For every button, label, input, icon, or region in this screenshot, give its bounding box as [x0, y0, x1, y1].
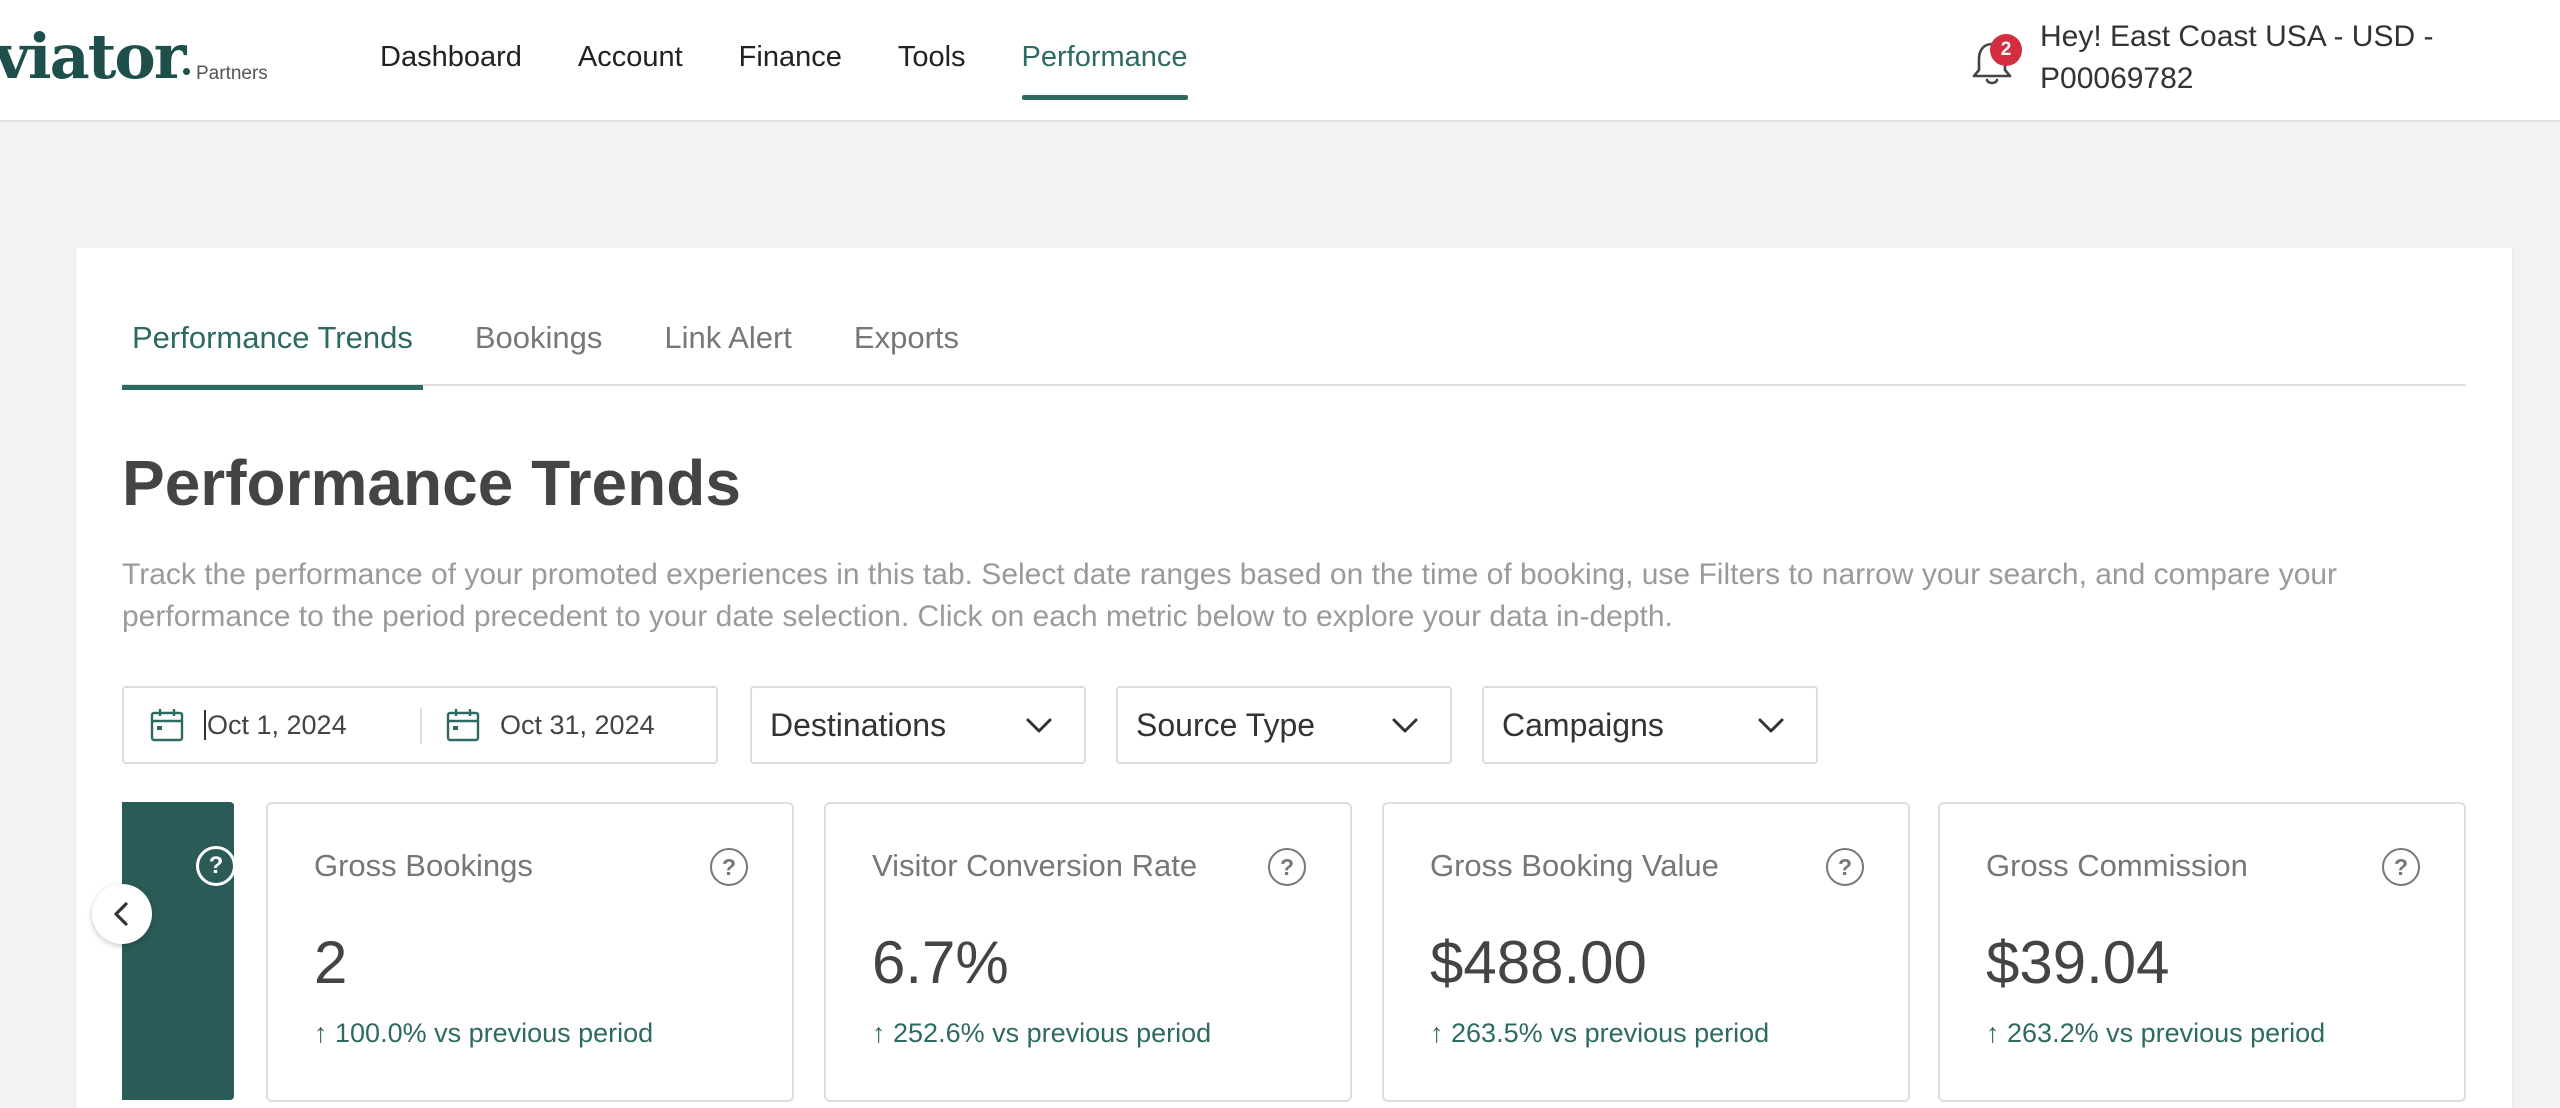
- destinations-label: Destinations: [770, 707, 947, 743]
- tab-exports[interactable]: Exports: [844, 320, 969, 386]
- metric-change-text: 263.5% vs previous period: [1451, 1018, 1770, 1048]
- tab-link-alert[interactable]: Link Alert: [654, 320, 802, 386]
- arrow-up-icon: ↑: [1986, 1018, 2000, 1048]
- page-description: Track the performance of your promoted e…: [122, 558, 2338, 633]
- logo-subtitle: Partners: [196, 63, 268, 84]
- carousel-prev-button[interactable]: [92, 884, 152, 944]
- campaigns-label: Campaigns: [1502, 707, 1664, 743]
- tab-bookings[interactable]: Bookings: [465, 320, 613, 386]
- metric-value: $488.00: [1430, 929, 1647, 996]
- chevron-down-icon: [1392, 718, 1418, 733]
- metric-label: Visitor Conversion Rate: [872, 848, 1198, 883]
- metric-change-text: 263.2% vs previous period: [2007, 1018, 2326, 1048]
- logo-dot: [183, 68, 190, 75]
- end-date-value: Oct 31, 2024: [500, 709, 655, 740]
- nav-dashboard[interactable]: Dashboard: [380, 0, 522, 120]
- metric-card-gross-bookings[interactable]: Gross Bookings ? 2 ↑ 100.0% vs previous …: [266, 802, 794, 1102]
- account-greeting[interactable]: Hey! East Coast USA - USD - P00069782: [2040, 16, 2480, 100]
- metric-change: ↑ 263.5% vs previous period: [1430, 1018, 1769, 1049]
- help-icon[interactable]: ?: [1826, 848, 1864, 886]
- tab-performance-trends[interactable]: Performance Trends: [122, 320, 423, 390]
- chevron-down-icon: [1758, 718, 1784, 733]
- campaigns-dropdown[interactable]: Campaigns: [1482, 686, 1818, 764]
- source-type-dropdown[interactable]: Source Type: [1116, 686, 1452, 764]
- metric-card-visitor-conversion-rate[interactable]: Visitor Conversion Rate ? 6.7% ↑ 252.6% …: [824, 802, 1352, 1102]
- metric-label: Gross Commission: [1986, 848, 2248, 883]
- metric-card-partial[interactable]: ?: [122, 802, 236, 1100]
- notification-badge[interactable]: 2: [1990, 34, 2022, 66]
- metric-label: Gross Bookings: [314, 848, 533, 883]
- performance-tabs: Performance Trends Bookings Link Alert E…: [122, 320, 2466, 390]
- account-greeting-line1: Hey! East Coast USA - USD -: [2040, 20, 2434, 53]
- help-icon[interactable]: ?: [1268, 848, 1306, 886]
- text-cursor: [204, 710, 206, 740]
- nav-account[interactable]: Account: [578, 0, 683, 120]
- arrow-up-icon: ↑: [1430, 1018, 1444, 1048]
- metric-label: Gross Booking Value: [1430, 848, 1719, 883]
- metric-value: $39.04: [1986, 929, 2170, 996]
- metric-value: 6.7%: [872, 929, 1009, 996]
- start-date-value: Oct 1, 2024: [207, 709, 347, 740]
- date-range-picker: Oct 1, 2024 Oct 31, 2024: [122, 686, 718, 764]
- metric-value: 2: [314, 929, 348, 996]
- arrow-up-icon: ↑: [314, 1018, 328, 1048]
- viator-logo[interactable]: viator: [0, 20, 186, 93]
- calendar-icon: [446, 709, 480, 742]
- destinations-dropdown[interactable]: Destinations: [750, 686, 1086, 764]
- end-date-field[interactable]: Oct 31, 2024: [446, 688, 655, 762]
- chevron-left-icon: [114, 902, 128, 926]
- date-divider: [420, 708, 422, 744]
- arrow-up-icon: ↑: [872, 1018, 886, 1048]
- nav-finance[interactable]: Finance: [739, 0, 842, 120]
- performance-card: Performance Trends Bookings Link Alert E…: [76, 248, 2512, 1108]
- calendar-icon: [150, 709, 184, 742]
- metric-change-text: 252.6% vs previous period: [893, 1018, 1212, 1048]
- main-nav: Dashboard Account Finance Tools Performa…: [380, 0, 1244, 120]
- nav-tools[interactable]: Tools: [898, 0, 966, 120]
- nav-performance[interactable]: Performance: [1021, 0, 1188, 120]
- metric-card-gross-booking-value[interactable]: Gross Booking Value ? $488.00 ↑ 263.5% v…: [1382, 802, 1910, 1102]
- top-header: viator Partners Dashboard Account Financ…: [0, 0, 2560, 122]
- page-title: Performance Trends: [122, 447, 741, 519]
- account-id: P00069782: [2040, 62, 2194, 95]
- metric-change: ↑ 263.2% vs previous period: [1986, 1018, 2325, 1049]
- chevron-down-icon: [1026, 718, 1052, 733]
- metric-change: ↑ 100.0% vs previous period: [314, 1018, 653, 1049]
- help-icon[interactable]: ?: [2382, 848, 2420, 886]
- start-date-field[interactable]: Oct 1, 2024: [150, 688, 347, 762]
- metric-card-gross-commission[interactable]: Gross Commission ? $39.04 ↑ 263.2% vs pr…: [1938, 802, 2466, 1102]
- source-type-label: Source Type: [1136, 707, 1316, 743]
- metric-change-text: 100.0% vs previous period: [335, 1018, 654, 1048]
- metric-change: ↑ 252.6% vs previous period: [872, 1018, 1211, 1049]
- help-icon[interactable]: ?: [710, 848, 748, 886]
- help-icon[interactable]: ?: [196, 846, 236, 886]
